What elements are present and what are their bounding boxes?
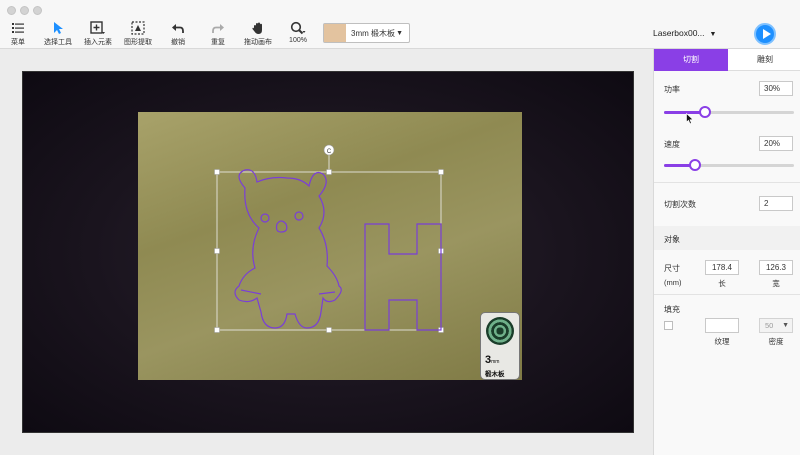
bear-shape[interactable] <box>234 169 342 329</box>
texture-label: 纹理 <box>714 337 730 346</box>
insert-element-label: 插入元素 <box>84 39 112 46</box>
speed-label: 速度 <box>664 140 680 149</box>
material-dropdown-label: 3mm 椴木板 <box>351 29 395 38</box>
window-zoom-button[interactable] <box>33 6 42 15</box>
start-job-button[interactable] <box>754 23 776 45</box>
size-label: 尺寸 <box>664 264 680 273</box>
speed-slider[interactable] <box>664 159 794 171</box>
divider <box>654 294 800 295</box>
material-code-badge: 3mm 椴木板 <box>480 312 520 380</box>
extract-shape-label: 图形提取 <box>124 39 152 46</box>
window-close-button[interactable] <box>7 6 16 15</box>
size-unit-label: (mm) <box>664 278 682 287</box>
divider <box>654 182 800 183</box>
size-length-label: 长 <box>718 279 726 288</box>
settings-panel: 切割 雕刻 功率 30% 速度 20% 切割次数 2 对象 尺寸 (mm) 17… <box>653 49 800 455</box>
fill-label: 填充 <box>664 305 680 314</box>
size-width-label: 宽 <box>772 279 780 288</box>
power-slider[interactable] <box>664 106 794 118</box>
chevron-down-icon: ▼ <box>396 30 403 37</box>
top-toolbar: 菜单 选择工具 插入元素 图形提取 撤销 重复 拖动画布 100% 3mm 椴木… <box>0 0 800 49</box>
design-layer[interactable]: C <box>23 72 635 434</box>
camera-preview: C 3mm 椴木板 <box>22 71 634 433</box>
canvas-area[interactable]: C 3mm 椴木板 <box>0 49 653 455</box>
mode-tabs: 切割 雕刻 <box>654 49 800 71</box>
tab-engrave[interactable]: 雕刻 <box>728 49 800 71</box>
select-tool-label: 选择工具 <box>44 39 72 46</box>
size-width-input[interactable]: 126.3 <box>759 260 793 275</box>
speed-input[interactable]: 20% <box>759 136 793 151</box>
object-section-header: 对象 <box>654 226 800 250</box>
object-section-title: 对象 <box>664 235 680 244</box>
power-input[interactable]: 30% <box>759 81 793 96</box>
chevron-down-icon: ▼ <box>782 322 789 329</box>
material-dropdown[interactable]: 3mm 椴木板 ▼ <box>323 23 410 43</box>
power-slider-handle[interactable] <box>698 106 711 118</box>
pan-canvas-label: 拖动画布 <box>244 39 272 46</box>
redo-label: 重复 <box>211 39 225 46</box>
passes-input[interactable]: 2 <box>759 196 793 211</box>
device-selector[interactable]: Laserbox00... ▼ <box>653 28 716 38</box>
selection-box[interactable] <box>216 171 442 331</box>
speed-slider-handle[interactable] <box>689 159 701 171</box>
material-qr-target-icon <box>486 317 514 345</box>
size-length-input[interactable]: 178.4 <box>705 260 739 275</box>
density-value: 50 <box>765 321 774 330</box>
letter-h-shape[interactable] <box>364 223 442 331</box>
rotate-handle-label: C <box>327 149 332 155</box>
tab-cut[interactable]: 切割 <box>654 49 728 71</box>
power-label: 功率 <box>664 85 680 94</box>
texture-input[interactable] <box>705 318 739 333</box>
passes-label: 切割次数 <box>664 200 696 209</box>
badge-material: 椴木板 <box>485 371 505 378</box>
window-minimize-button[interactable] <box>20 6 29 15</box>
menu-label: 菜单 <box>11 39 25 46</box>
selection-handles[interactable] <box>214 169 444 333</box>
fill-checkbox[interactable] <box>664 321 673 330</box>
badge-unit: mm <box>491 359 500 365</box>
device-label: Laserbox00... <box>653 28 705 38</box>
zoom-level-label: 100% <box>289 37 307 44</box>
zoom-icon <box>273 21 323 35</box>
density-label: 密度 <box>768 337 784 346</box>
zoom-button[interactable]: 100% <box>273 21 323 44</box>
undo-label: 撤销 <box>171 39 185 46</box>
density-select[interactable]: 50 ▼ <box>759 318 793 333</box>
material-swatch <box>324 24 346 42</box>
chevron-down-icon: ▼ <box>709 31 717 38</box>
mouse-cursor-icon <box>686 113 694 125</box>
